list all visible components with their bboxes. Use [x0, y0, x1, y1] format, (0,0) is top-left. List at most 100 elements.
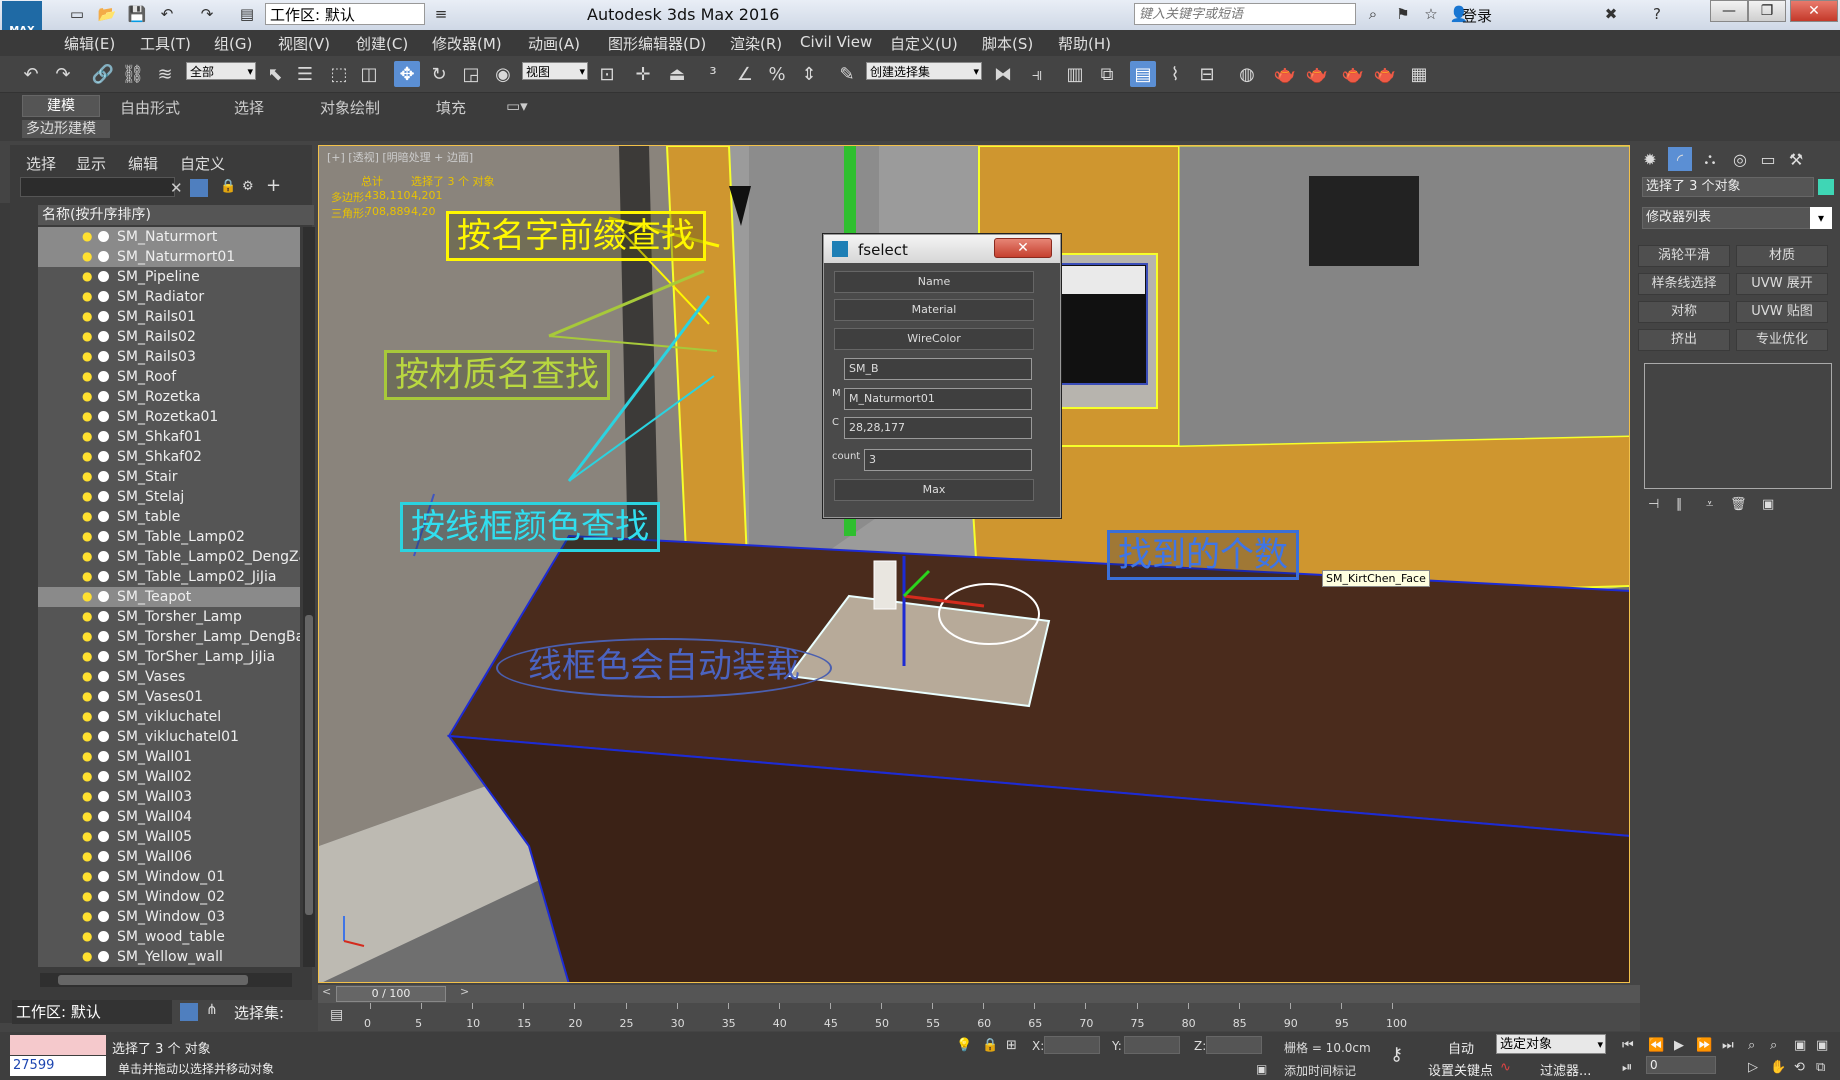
ribbon-options-icon[interactable]: ▭▾	[506, 97, 528, 115]
menu-modifiers[interactable]: 修改器(M)	[432, 33, 502, 54]
menu-civil-view[interactable]: Civil View	[800, 33, 872, 51]
remove-modifier-icon[interactable]: 🗑	[1730, 497, 1747, 512]
fselect-close-button[interactable]: ✕	[994, 238, 1052, 258]
visibility-icon[interactable]	[98, 651, 109, 662]
max-button[interactable]: Max	[834, 479, 1034, 501]
visibility-icon[interactable]	[98, 911, 109, 922]
isolate-selection-icon[interactable]: 💡	[956, 1038, 972, 1053]
light-bulb-icon[interactable]: ●	[82, 410, 92, 423]
visibility-icon[interactable]	[98, 731, 109, 742]
clear-search-icon[interactable]: ✕	[170, 179, 183, 197]
track-bar[interactable]: ▤ 0 5 10 15 20 25 30 35 40 45 50 55 60 65 70 75 80 85 90 95…	[318, 1003, 1640, 1031]
light-bulb-icon[interactable]: ●	[82, 290, 92, 303]
polygon-modeling-label[interactable]: 多边形建模	[22, 120, 110, 138]
visibility-icon[interactable]	[98, 771, 109, 782]
light-bulb-icon[interactable]: ●	[82, 590, 92, 603]
maximize-viewport-icon[interactable]: ⧉	[1816, 1060, 1825, 1075]
absolute-mode-icon[interactable]: ⊞	[1006, 1038, 1017, 1053]
quick-access-menu-icon[interactable]: ≡	[430, 3, 452, 25]
zoom-extents-icon[interactable]: ▣	[1794, 1038, 1806, 1053]
light-bulb-icon[interactable]: ●	[82, 890, 92, 903]
ribbon-tab-freeform[interactable]: 自由形式	[120, 97, 180, 118]
light-bulb-icon[interactable]: ●	[82, 450, 92, 463]
visibility-icon[interactable]	[98, 231, 109, 242]
named-selection-dropdown[interactable]: 创建选择集	[866, 62, 982, 81]
scene-object-row[interactable]: ● SM_Rails01	[38, 307, 300, 327]
ribbon-tab-populate[interactable]: 填充	[436, 97, 466, 118]
next-frame-icon[interactable]: ⏩	[1696, 1038, 1712, 1053]
redo-icon[interactable]: ↷	[196, 3, 218, 25]
show-end-result-icon[interactable]: ∥	[1676, 497, 1683, 512]
visibility-icon[interactable]	[98, 511, 109, 522]
light-bulb-icon[interactable]: ●	[82, 530, 92, 543]
modify-tab-icon[interactable]: ◜	[1668, 147, 1692, 171]
lock-icon[interactable]: 🔒	[220, 179, 236, 194]
visibility-icon[interactable]	[98, 751, 109, 762]
ribbon-tab-object-paint[interactable]: 对象绘制	[320, 97, 380, 118]
visibility-icon[interactable]	[98, 571, 109, 582]
material-name-input[interactable]: M_Naturmort01	[844, 388, 1032, 410]
scene-object-row[interactable]: ● SM_Window_03	[38, 907, 300, 927]
selection-filter-dropdown[interactable]: 全部	[186, 62, 256, 81]
align-icon[interactable]: ⫣	[1024, 61, 1050, 87]
scene-object-row[interactable]: ● SM_Rails03	[38, 347, 300, 367]
window-crossing-icon[interactable]: ◫	[356, 61, 382, 87]
light-bulb-icon[interactable]: ●	[82, 850, 92, 863]
menu-help[interactable]: 帮助(H)	[1058, 33, 1111, 54]
visibility-icon[interactable]	[98, 931, 109, 942]
visibility-icon[interactable]	[98, 331, 109, 342]
scene-object-row[interactable]: ● SM_Yellow_wall	[38, 947, 300, 967]
visibility-icon[interactable]	[98, 311, 109, 322]
hierarchy-tab-icon[interactable]: ⛬	[1698, 147, 1722, 171]
visibility-icon[interactable]	[98, 411, 109, 422]
scene-object-row[interactable]: ● SM_Shkaf01	[38, 427, 300, 447]
scene-object-row[interactable]: ● SM_Radiator	[38, 287, 300, 307]
hierarchy-icon[interactable]: ⚙	[242, 179, 254, 194]
rendered-frame-window-icon[interactable]: 🫖	[1304, 61, 1330, 87]
scene-object-row[interactable]: ● SM_Pipeline	[38, 267, 300, 287]
layer-manager-icon[interactable]	[180, 1003, 198, 1021]
scene-object-row[interactable]: ● SM_Vases	[38, 667, 300, 687]
light-bulb-icon[interactable]: ●	[82, 230, 92, 243]
light-bulb-icon[interactable]: ●	[82, 810, 92, 823]
key-mode-toggle-icon[interactable]: ⏯	[1622, 1060, 1632, 1075]
modifier-stack[interactable]	[1644, 363, 1832, 489]
selection-lock-icon[interactable]: 🔒	[982, 1038, 998, 1053]
menu-rendering[interactable]: 渲染(R)	[730, 33, 782, 54]
open-file-icon[interactable]: 📂	[96, 3, 118, 25]
light-bulb-icon[interactable]: ●	[82, 790, 92, 803]
visibility-icon[interactable]	[98, 671, 109, 682]
light-bulb-icon[interactable]: ●	[82, 930, 92, 943]
render-iterative-icon[interactable]: 🫖	[1372, 61, 1398, 87]
play-icon[interactable]: ▶	[1674, 1038, 1684, 1053]
visibility-icon[interactable]	[98, 551, 109, 562]
maximize-button[interactable]: ❐	[1748, 0, 1786, 22]
visibility-icon[interactable]	[98, 811, 109, 822]
turbosmooth-button[interactable]: 涡轮平滑	[1638, 245, 1730, 267]
visibility-icon[interactable]	[98, 531, 109, 542]
explorer-tab-edit[interactable]: 编辑	[128, 153, 158, 174]
visibility-icon[interactable]	[98, 271, 109, 282]
explorer-tab-select[interactable]: 选择	[26, 153, 56, 174]
search-input[interactable]: 键入关键字或短语	[1134, 3, 1356, 25]
scene-object-row[interactable]: ● SM_TorSher_Lamp_JiJia	[38, 647, 300, 667]
key-filter-target-dropdown[interactable]: 选定对象	[1496, 1034, 1606, 1055]
go-to-end-icon[interactable]: ⏭	[1722, 1038, 1734, 1053]
scene-object-row[interactable]: ● SM_wood_table	[38, 927, 300, 947]
find-by-name-button[interactable]: Name	[834, 271, 1034, 293]
visibility-icon[interactable]	[98, 711, 109, 722]
viewport-label[interactable]: [+] [透视] [明暗处理 + 边面]	[327, 149, 473, 165]
scene-object-row[interactable]: ● SM_Torsher_Lamp	[38, 607, 300, 627]
name-prefix-input[interactable]: SM_B	[844, 358, 1032, 380]
select-object-icon[interactable]: ⬉	[262, 61, 288, 87]
exchange-x-icon[interactable]: ✖	[1600, 3, 1622, 25]
light-bulb-icon[interactable]: ●	[82, 650, 92, 663]
visibility-icon[interactable]	[98, 631, 109, 642]
light-bulb-icon[interactable]: ●	[82, 950, 92, 963]
visibility-icon[interactable]	[98, 611, 109, 622]
visibility-icon[interactable]	[98, 291, 109, 302]
visibility-icon[interactable]	[98, 791, 109, 802]
symmetry-button[interactable]: 对称	[1638, 301, 1730, 323]
object-color-swatch[interactable]	[1818, 179, 1834, 195]
scene-object-row[interactable]: ● SM_Wall06	[38, 847, 300, 867]
